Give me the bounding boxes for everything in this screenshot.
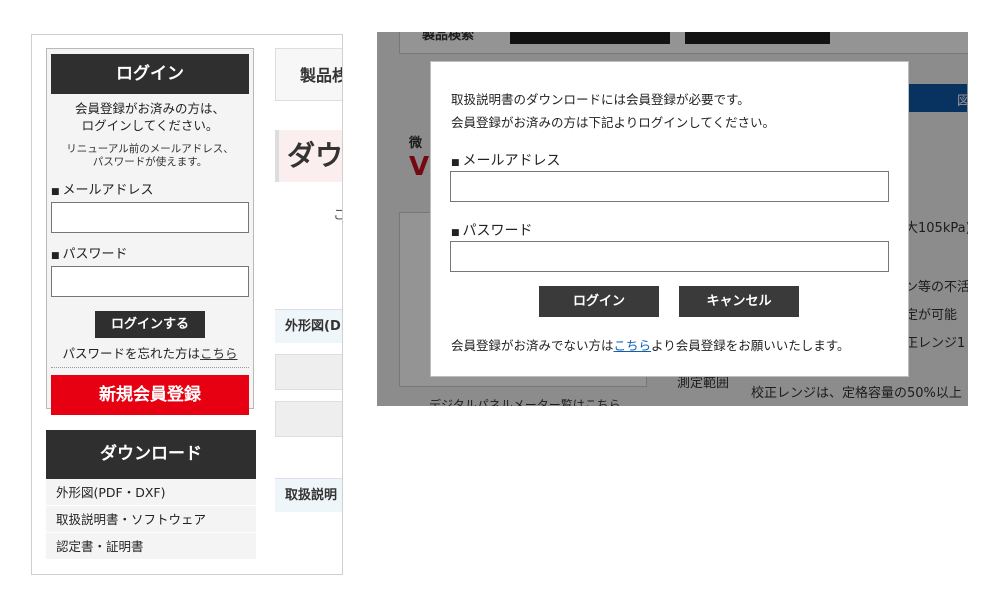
password-label: ■ パスワード [51,243,253,262]
modal-cancel-button[interactable]: キャンセル [679,286,799,317]
register-button[interactable]: 新規会員登録 [51,375,249,415]
login-message-line2: ログインしてください。 [81,118,219,133]
product-tab-partial[interactable]: 製品桟 [275,48,342,101]
square-bullet-icon: ■ [51,187,60,197]
left-sidebar-panel: ログイン 会員登録がお済みの方は、 ログインしてください。 リニューアル前のメー… [31,34,343,575]
modal-login-button[interactable]: ログイン [539,286,659,317]
modal-register-link[interactable]: こちら [614,338,652,353]
login-header: ログイン [51,54,249,94]
download-item-certificate[interactable]: 認定書・証明書 [46,533,256,560]
forgot-password-link[interactable]: こちら [200,346,238,361]
section-manual-partial: 取扱説明 [275,478,342,512]
page-title-partial: ダウ [275,130,342,182]
login-button[interactable]: ログインする [95,311,205,338]
login-note-line2: パスワードが使えます。 [92,156,208,168]
email-field[interactable] [51,202,249,233]
section-outline-partial: 外形図(D [275,309,342,343]
modal-email-label-text: メールアドレス [462,153,561,169]
download-row-partial[interactable] [275,401,342,437]
download-row-partial[interactable] [275,354,342,390]
content-text-partial: こ [333,204,342,223]
modal-message-line1: 取扱説明書のダウンロードには会員登録が必要です。 [451,92,750,107]
login-note-line1: リニューアル前のメールアドレス、 [66,143,234,155]
modal-footer: 会員登録がお済みでない方はこちらより会員登録をお願いいたします。 [451,335,850,354]
modal-password-label-text: パスワード [462,223,533,239]
login-note: リニューアル前のメールアドレス、 パスワードが使えます。 [47,143,253,169]
modal-message-line2: 会員登録がお済みの方は下記よりログインしてください。 [451,115,776,130]
download-item-outline[interactable]: 外形図(PDF・DXF) [46,479,256,506]
modal-password-label: ■ パスワード [451,220,533,240]
download-header: ダウンロード [46,430,256,479]
modal-screenshot-panel: 製品検索 図 微 V 大105kPa) ン等の不活 定が可能 正レンジ1 測定範… [377,32,968,406]
password-field[interactable] [51,266,249,297]
square-bullet-icon: ■ [51,251,60,261]
login-message-line1: 会員登録がお済みの方は、 [74,101,225,116]
modal-footer-suffix: より会員登録をお願いいたします。 [651,338,850,353]
square-bullet-icon: ■ [451,228,460,238]
forgot-password: パスワードを忘れた方はこちら [51,343,249,368]
modal-password-field[interactable] [450,241,889,272]
login-message: 会員登録がお済みの方は、 ログインしてください。 [47,100,253,134]
modal-email-label: ■ メールアドレス [451,150,561,170]
email-label: ■ メールアドレス [51,179,253,198]
login-box: ログイン 会員登録がお済みの方は、 ログインしてください。 リニューアル前のメー… [46,48,254,415]
modal-email-field[interactable] [450,171,889,202]
login-modal: 取扱説明書のダウンロードには会員登録が必要です。 会員登録がお済みの方は下記より… [430,61,909,377]
modal-footer-prefix: 会員登録がお済みでない方は [451,338,614,353]
download-box: ダウンロード 外形図(PDF・DXF) 取扱説明書・ソフトウェア 認定書・証明書 [46,430,256,560]
main-content-partial: 製品桟 ダウ こ 外形図(D 取扱説明 [275,48,342,568]
password-label-text: パスワード [62,247,128,262]
download-item-manual[interactable]: 取扱説明書・ソフトウェア [46,506,256,533]
square-bullet-icon: ■ [451,158,460,168]
forgot-password-text: パスワードを忘れた方は [62,346,200,361]
email-label-text: メールアドレス [62,183,154,198]
